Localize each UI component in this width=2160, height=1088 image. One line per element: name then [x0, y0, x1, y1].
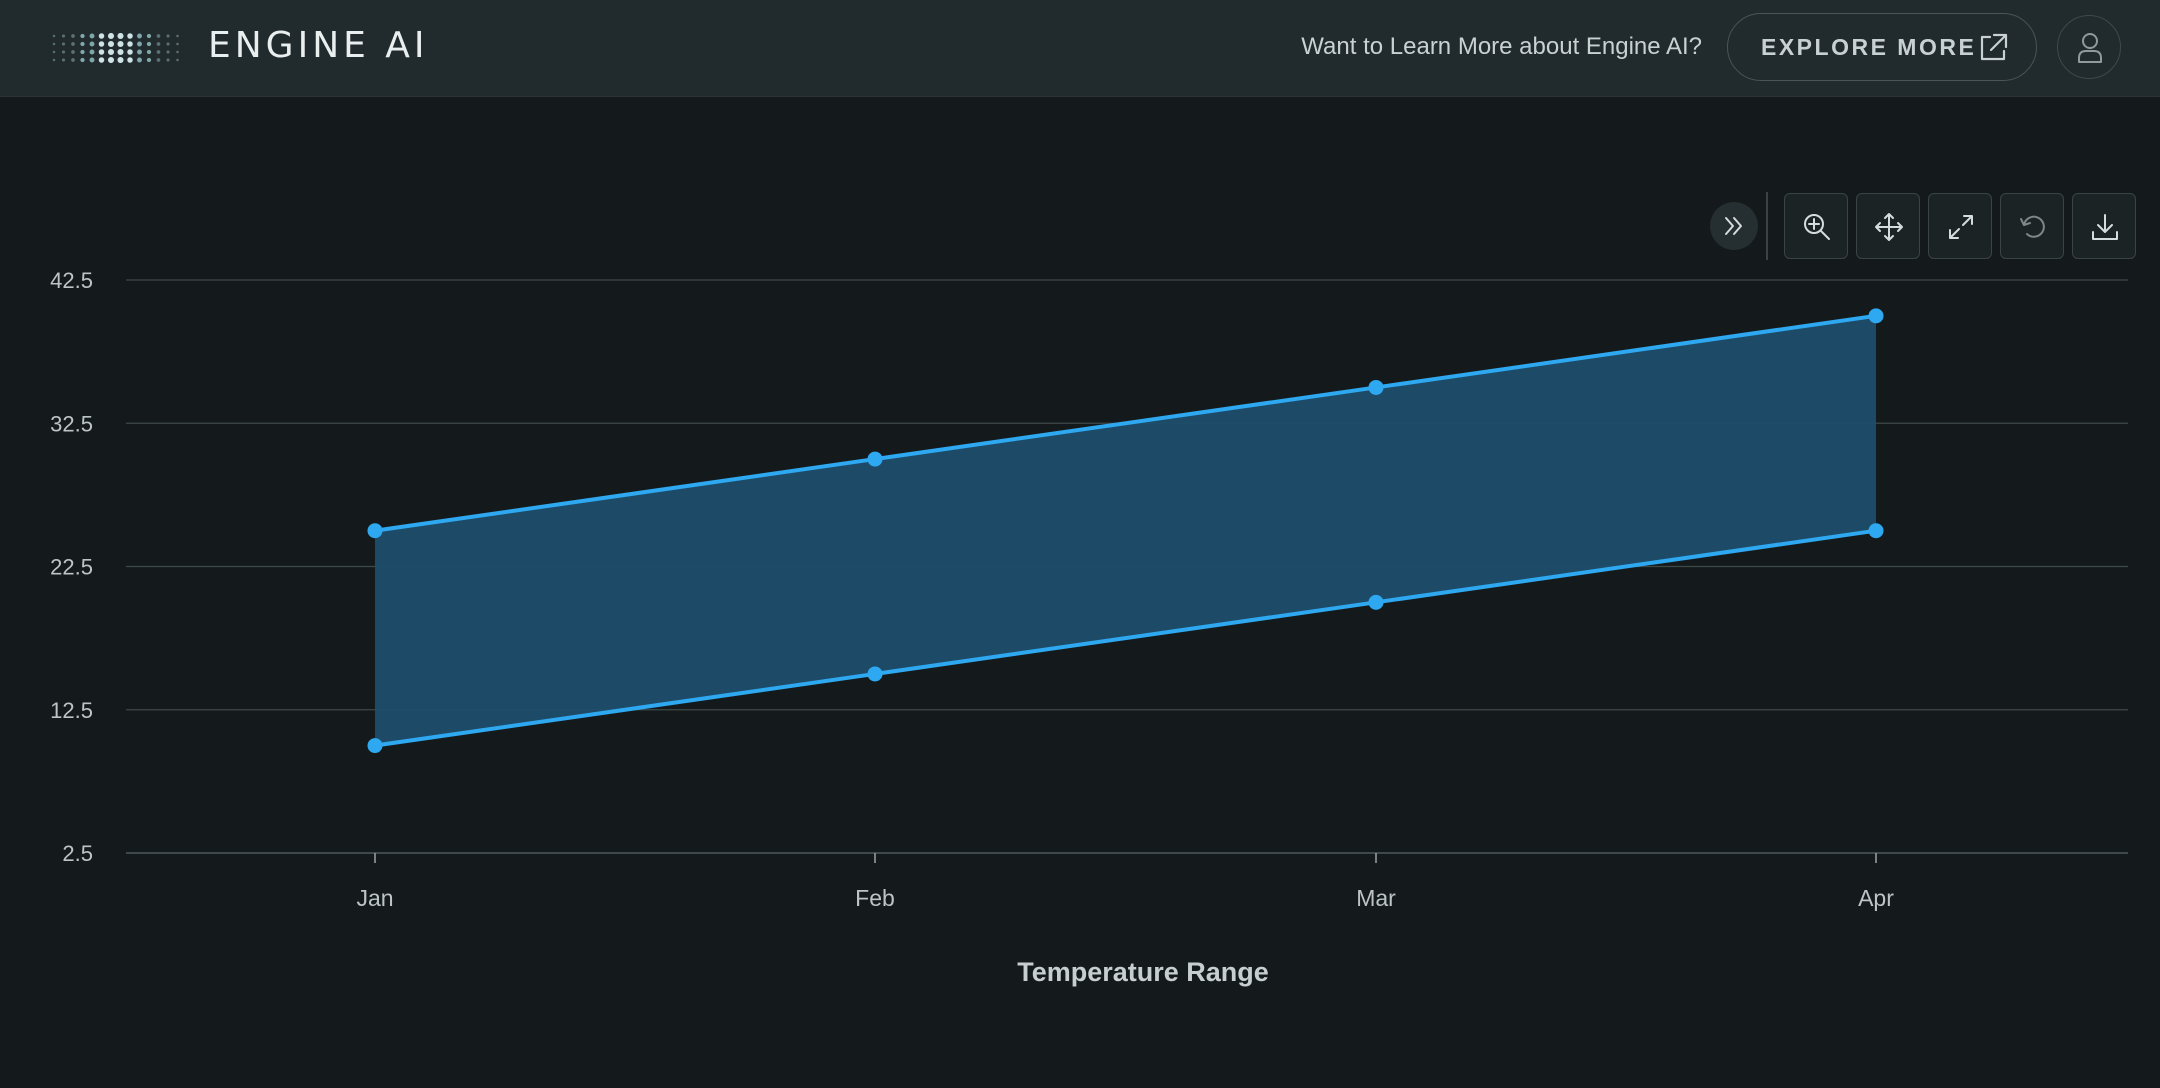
y-tick-label: 2.5 — [62, 841, 93, 866]
y-tick-label: 42.5 — [50, 268, 93, 293]
x-tick-label: Apr — [1858, 885, 1894, 911]
high-series-point — [867, 451, 883, 467]
y-tick-label: 32.5 — [50, 411, 93, 436]
low-series-point — [867, 666, 883, 682]
high-series-point — [1868, 308, 1884, 324]
low-series-point — [1368, 594, 1384, 610]
x-axis-title: Temperature Range — [1017, 957, 1269, 987]
x-tick-label: Jan — [356, 885, 393, 911]
low-series-point — [1868, 523, 1884, 539]
low-series-point — [367, 738, 383, 754]
x-tick-label: Mar — [1356, 885, 1396, 911]
range-area-chart: 2.5 12.5 22.5 32.5 42.5 Jan Feb Mar Apr Temperatu… — [50, 268, 2128, 987]
high-series-point — [1368, 379, 1384, 395]
y-tick-label: 22.5 — [50, 555, 93, 580]
x-tick-label: Feb — [855, 885, 895, 911]
y-tick-label: 12.5 — [50, 698, 93, 723]
high-series-point — [367, 523, 383, 539]
range-band-area — [375, 315, 1876, 746]
